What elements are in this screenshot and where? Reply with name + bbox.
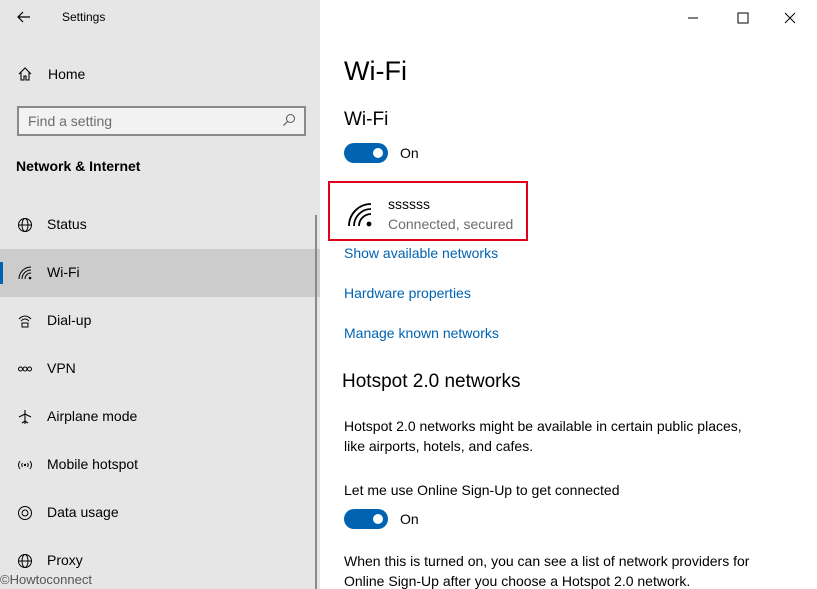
dialup-icon xyxy=(18,315,32,328)
sidebar-item-label: Wi-Fi xyxy=(47,264,80,280)
search-placeholder: Find a setting xyxy=(28,113,113,129)
signup-description: When this is turned on, you can see a li… xyxy=(344,551,794,589)
hotspot-icon xyxy=(18,460,32,470)
sidebar-item-wifi[interactable]: Wi-Fi xyxy=(0,249,320,297)
signup-toggle[interactable] xyxy=(344,509,388,529)
back-arrow-icon xyxy=(17,11,30,23)
manage-known-networks-link[interactable]: Manage known networks xyxy=(344,325,499,341)
data-usage-icon xyxy=(18,506,32,520)
sidebar-item-label: Airplane mode xyxy=(47,408,138,424)
network-name: ssssss xyxy=(388,196,430,212)
wifi-toggle[interactable] xyxy=(344,143,388,163)
app-title: Settings xyxy=(62,10,106,24)
sidebar-item-label: VPN xyxy=(47,360,76,376)
wifi-toggle-label: On xyxy=(400,145,419,161)
home-nav-item[interactable]: Home xyxy=(0,58,320,90)
signup-description-line: Online Sign-Up after you choose a Hotspo… xyxy=(344,573,691,589)
sidebar-item-label: Status xyxy=(47,216,87,232)
section-title: Network & Internet xyxy=(16,158,141,174)
search-icon xyxy=(283,114,295,126)
network-status: Connected, secured xyxy=(388,216,514,232)
sidebar-scrollbar[interactable] xyxy=(315,215,317,589)
hotspot-description: Hotspot 2.0 networks might be available … xyxy=(344,416,794,456)
connected-network[interactable]: ssssss Connected, secured xyxy=(328,181,528,241)
hotspot-description-line: Hotspot 2.0 networks might be available … xyxy=(344,418,742,434)
globe-icon xyxy=(18,218,32,232)
airplane-icon xyxy=(18,410,32,424)
sidebar: Settings Home Find a setting Network & I… xyxy=(0,0,320,589)
signup-toggle-label: On xyxy=(400,511,419,527)
sidebar-item-label: Proxy xyxy=(47,552,83,568)
search-input[interactable]: Find a setting xyxy=(17,106,306,136)
signup-label: Let me use Online Sign-Up to get connect… xyxy=(344,482,620,498)
sidebar-item-label: Dial-up xyxy=(47,312,92,328)
sidebar-item-data-usage[interactable]: Data usage xyxy=(0,489,320,537)
wifi-signal-icon xyxy=(348,203,372,227)
wifi-section-title: Wi-Fi xyxy=(344,109,389,130)
sidebar-item-vpn[interactable]: VPN xyxy=(0,345,320,393)
active-indicator xyxy=(0,262,3,284)
hotspot-section-title: Hotspot 2.0 networks xyxy=(342,371,521,392)
titlebar-left: Settings xyxy=(0,0,320,34)
main-content: Wi-Fi Wi-Fi On ssssss Connected, secured… xyxy=(320,0,817,589)
home-icon xyxy=(18,67,32,81)
sidebar-item-airplane-mode[interactable]: Airplane mode xyxy=(0,393,320,441)
proxy-globe-icon xyxy=(18,554,32,568)
sidebar-item-mobile-hotspot[interactable]: Mobile hotspot xyxy=(0,441,320,489)
back-button[interactable] xyxy=(10,6,38,28)
show-available-networks-link[interactable]: Show available networks xyxy=(344,245,498,261)
hotspot-description-line: like airports, hotels, and cafes. xyxy=(344,438,534,454)
page-title: Wi-Fi xyxy=(344,56,407,86)
home-label: Home xyxy=(48,66,86,82)
signup-description-line: When this is turned on, you can see a li… xyxy=(344,553,750,569)
sidebar-item-status[interactable]: Status xyxy=(0,201,320,249)
sidebar-item-label: Data usage xyxy=(47,504,119,520)
sidebar-item-label: Mobile hotspot xyxy=(47,456,139,472)
sidebar-item-dialup[interactable]: Dial-up xyxy=(0,297,320,345)
hardware-properties-link[interactable]: Hardware properties xyxy=(344,285,471,301)
vpn-icon xyxy=(18,366,32,372)
watermark: ©Howtoconnect xyxy=(0,572,92,587)
wifi-icon xyxy=(18,266,32,280)
